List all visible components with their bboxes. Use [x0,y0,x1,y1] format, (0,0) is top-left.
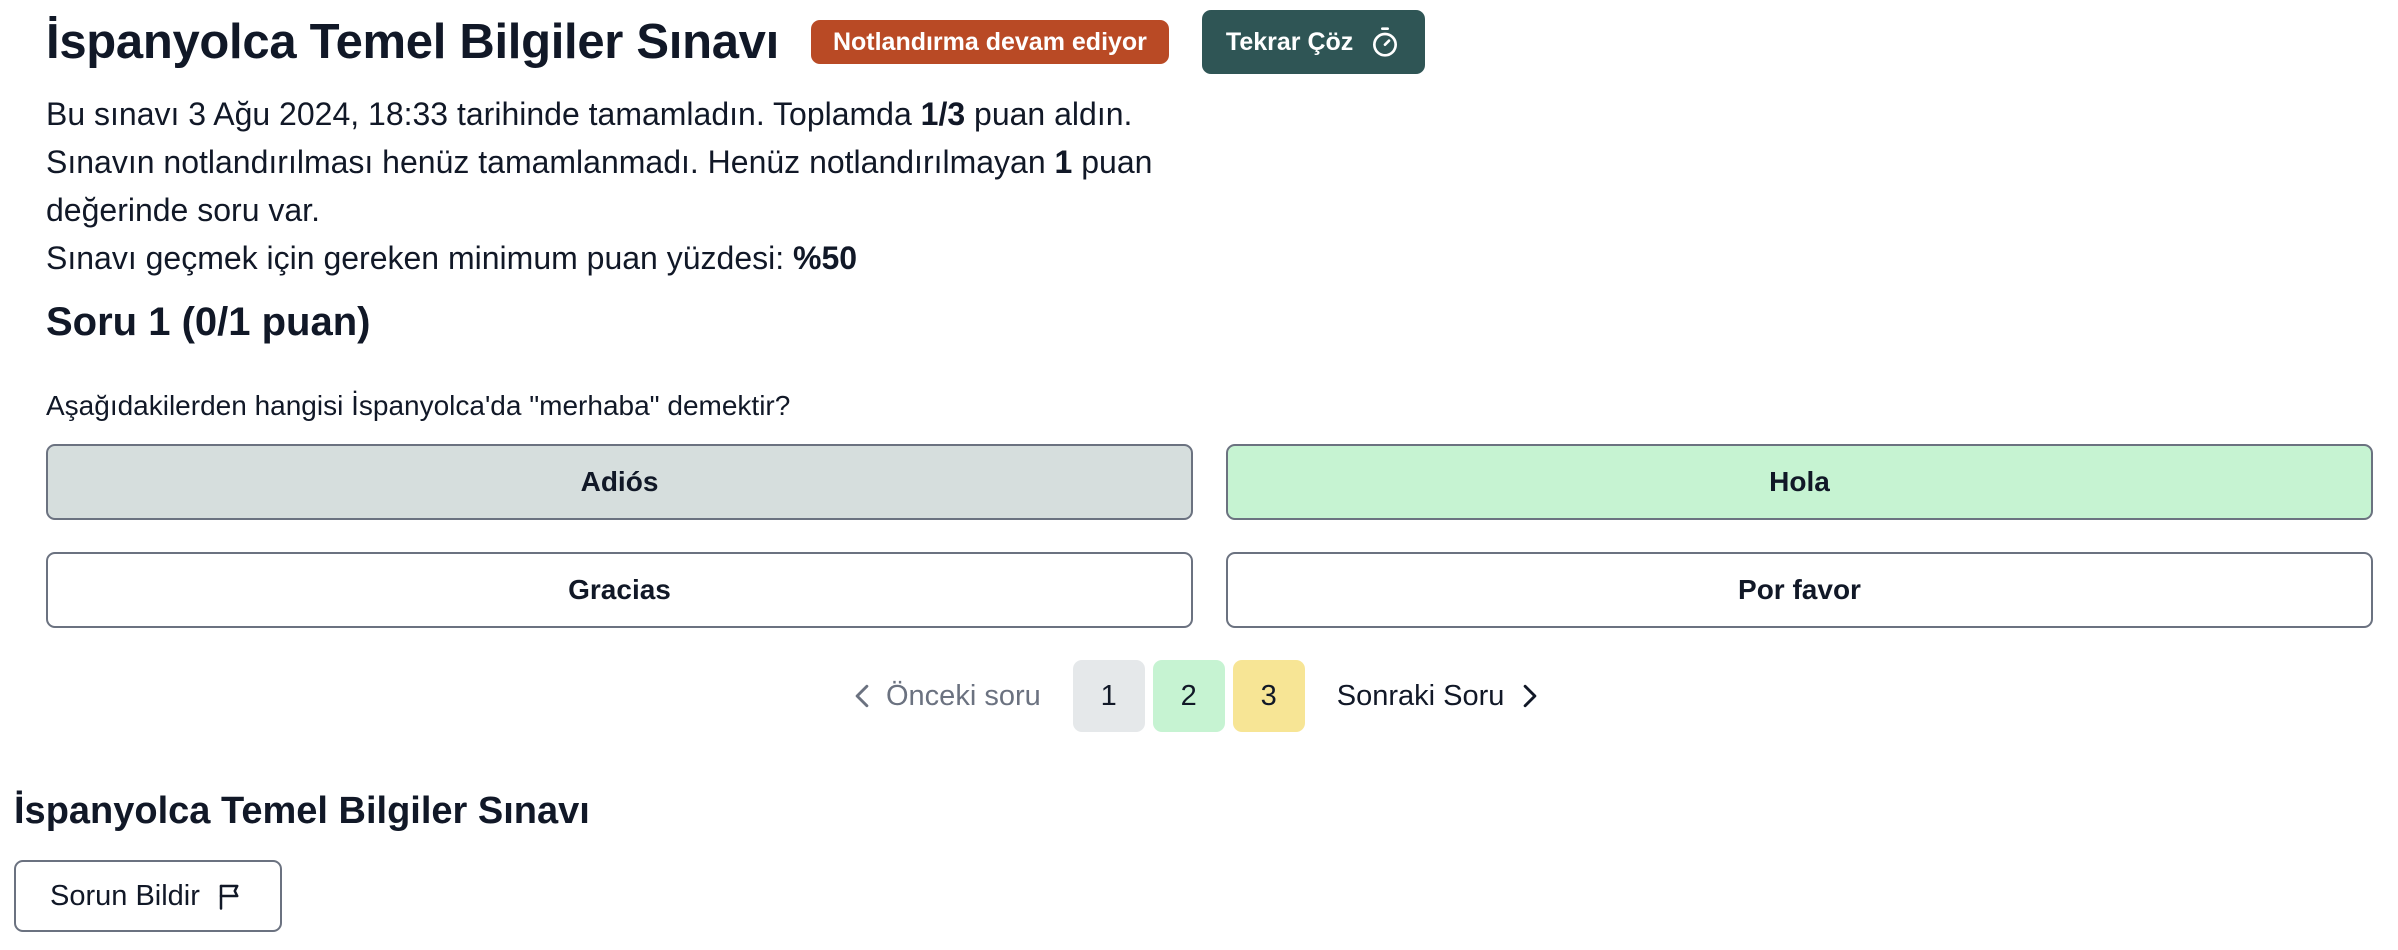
retake-button-label: Tekrar Çöz [1225,27,1354,56]
retake-button[interactable]: Tekrar Çöz [1201,10,1426,74]
quiz-results-page: İspanyolca Temel Bilgiler Sınavı Notland… [0,0,2398,950]
pass-threshold-line: Sınavı geçmek için gereken minimum puan … [46,234,1246,282]
pass-threshold-value: %50 [793,240,858,276]
status-badge: Notlandırma devam ediyor [810,20,1169,64]
question-text: Aşağıdakilerden hangisi İspanyolca'da "m… [46,390,791,421]
completion-line: Bu sınavı 3 Ağu 2024, 18:33 tarihinde ta… [46,90,1246,138]
grading-text: Sınavın notlandırılması henüz tamamlanma… [46,144,1055,180]
question-title: Soru 1 (0/1 puan) [46,300,371,344]
answer-option-label: Adiós [580,466,659,497]
answer-option-label: Hola [1769,466,1830,497]
next-question-label: Sonraki Soru [1336,679,1505,712]
page-button-1[interactable]: 1 [1072,660,1145,732]
answer-option-label: Gracias [568,574,671,605]
result-summary: Bu sınavı 3 Ağu 2024, 18:33 tarihinde ta… [46,90,1246,282]
chevron-left-icon [855,684,869,708]
question-pagination: Önceki soru 1 2 3 Sonraki Soru [852,660,1540,732]
completion-text: Bu sınavı 3 Ağu 2024, 18:33 tarihinde ta… [46,96,921,132]
flag-icon [219,884,239,910]
report-issue-button[interactable]: Sorun Bildir [14,860,282,932]
header: İspanyolca Temel Bilgiler Sınavı Notland… [46,10,1426,74]
previous-question-label: Önceki soru [886,679,1041,712]
answer-option-por-favor[interactable]: Por favor [1226,552,2373,628]
ungraded-points: 1 [1054,144,1073,180]
stopwatch-icon [1373,27,1398,57]
next-question-button[interactable]: Sonraki Soru [1337,680,1541,713]
chevron-right-icon [1524,684,1537,708]
page-button-2[interactable]: 2 [1152,660,1225,732]
previous-question-button[interactable]: Önceki soru [852,680,1041,713]
footer-quiz-title: İspanyolca Temel Bilgiler Sınavı [14,790,590,832]
answer-option-label: Por favor [1738,574,1861,605]
score-value: 1/3 [920,96,966,132]
report-issue-label: Sorun Bildir [50,879,200,912]
answer-option-adios[interactable]: Adiós [46,444,1193,520]
page-button-3[interactable]: 3 [1232,660,1305,732]
page-title: İspanyolca Temel Bilgiler Sınavı [46,15,779,69]
completion-text-end: puan aldın. [965,96,1133,132]
grading-line: Sınavın notlandırılması henüz tamamlanma… [46,138,1246,234]
answer-option-hola[interactable]: Hola [1226,444,2373,520]
pass-threshold-text: Sınavı geçmek için gereken minimum puan … [46,240,794,276]
answer-option-gracias[interactable]: Gracias [46,552,1193,628]
